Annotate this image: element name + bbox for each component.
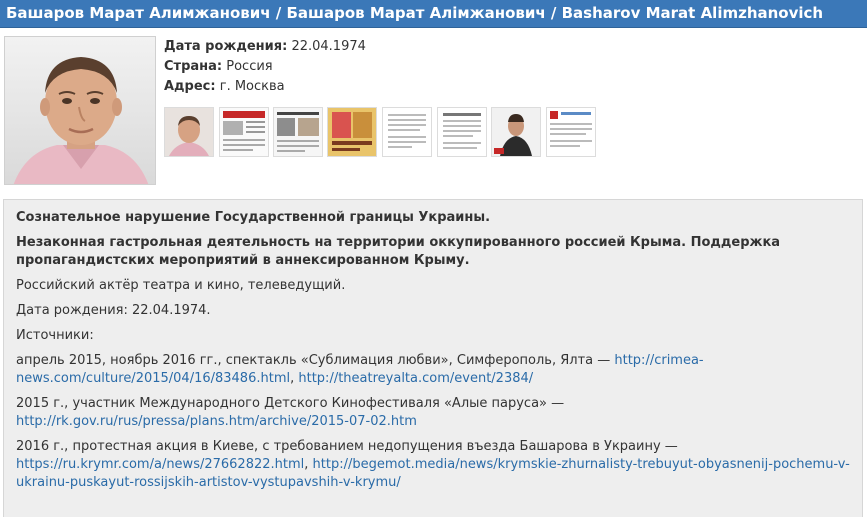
source-1-link-2[interactable]: http://theatreyalta.com/event/2384/ xyxy=(298,371,533,386)
article-thumb-icon xyxy=(274,108,322,156)
person-thumb-icon xyxy=(492,108,540,156)
thumbnail-5[interactable] xyxy=(382,107,432,157)
birth-text: Дата рождения: 22.04.1974. xyxy=(16,303,211,318)
portrait-thumb-icon xyxy=(165,108,213,156)
thumbnail-4[interactable] xyxy=(327,107,377,157)
newspaper-thumb-icon xyxy=(220,108,268,156)
source-3-separator: , xyxy=(304,457,313,472)
portrait-image xyxy=(5,37,155,184)
country-row: Страна: Россия xyxy=(164,57,366,77)
profile-photo[interactable] xyxy=(4,36,156,185)
page-header: Башаров Марат Алимжанович / Башаров Мара… xyxy=(0,0,867,28)
thumbnail-3[interactable] xyxy=(273,107,323,157)
thumbnail-6[interactable] xyxy=(437,107,487,157)
thumbnail-7[interactable] xyxy=(491,107,541,157)
source-item-3: 2016 г., протестная акция в Киеве, с тре… xyxy=(16,438,850,492)
source-2-description: 2015 г., участник Международного Детског… xyxy=(16,396,565,411)
thumbnail-8[interactable] xyxy=(546,107,596,157)
description-text: Российский актёр театра и кино, телеведу… xyxy=(16,278,346,293)
source-2-link-1[interactable]: http://rk.gov.ru/rus/pressa/plans.htm/ar… xyxy=(16,414,417,429)
source-item-1: апрель 2015, ноябрь 2016 гг., спектакль … xyxy=(16,352,850,388)
source-item-2: 2015 г., участник Международного Детског… xyxy=(16,395,850,431)
source-3-description: 2016 г., протестная акция в Киеве, с тре… xyxy=(16,439,678,454)
page-title: Башаров Марат Алимжанович / Башаров Мара… xyxy=(6,4,824,22)
source-3-link-1[interactable]: https://ru.krymr.com/a/news/27662822.htm… xyxy=(16,457,304,472)
website-thumb-icon xyxy=(547,108,595,156)
document-thumb-icon xyxy=(383,108,431,156)
country-value: Россия xyxy=(226,59,273,74)
violation-text: Сознательное нарушение Государственной г… xyxy=(16,210,491,225)
activity-text: Незаконная гастрольная деятельность на т… xyxy=(16,235,781,268)
address-row: Адрес: г. Москва xyxy=(164,77,366,97)
thumbnail-2[interactable] xyxy=(219,107,269,157)
document-thumb-icon xyxy=(438,108,486,156)
country-label: Страна: xyxy=(164,59,223,74)
birth-row: Дата рождения: 22.04.1974 xyxy=(164,37,366,57)
birth-value: 22.04.1974 xyxy=(291,39,366,54)
source-1-description: апрель 2015, ноябрь 2016 гг., спектакль … xyxy=(16,353,615,368)
profile-info: Дата рождения: 22.04.1974 Страна: Россия… xyxy=(164,37,366,97)
thumbnail-1[interactable] xyxy=(164,107,214,157)
address-label: Адрес: xyxy=(164,79,216,94)
poster-thumb-icon xyxy=(328,108,376,156)
address-value: г. Москва xyxy=(219,79,285,94)
birth-label: Дата рождения: xyxy=(164,39,288,54)
sources-label: Источники: xyxy=(16,328,94,343)
details-panel: Сознательное нарушение Государственной г… xyxy=(3,199,863,517)
